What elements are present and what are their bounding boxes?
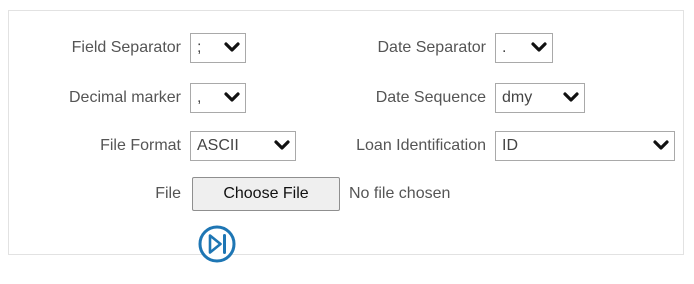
file-format-label: File Format xyxy=(100,137,181,154)
chevron-down-icon xyxy=(224,42,240,52)
chevron-down-icon xyxy=(274,140,290,150)
file-format-select[interactable]: ASCII xyxy=(190,131,296,161)
chevron-down-icon xyxy=(653,140,669,150)
decimal-marker-label: Decimal marker xyxy=(68,89,181,106)
chevron-down-icon xyxy=(531,42,547,52)
choose-file-button[interactable]: Choose File xyxy=(192,177,340,211)
loan-identification-value: ID xyxy=(502,137,518,154)
date-sequence-value: dmy xyxy=(502,89,533,106)
file-status-text: No file chosen xyxy=(349,185,451,202)
date-separator-value: . xyxy=(502,39,507,56)
field-separator-label: Field Separator xyxy=(71,39,181,56)
loan-identification-label: Loan Identification xyxy=(356,137,486,154)
chevron-down-icon xyxy=(224,92,240,102)
loan-identification-select[interactable]: ID xyxy=(495,131,675,161)
file-label: File xyxy=(155,185,181,202)
chevron-down-icon xyxy=(563,92,579,102)
file-format-value: ASCII xyxy=(197,137,239,154)
decimal-marker-value: , xyxy=(197,89,202,106)
date-separator-select[interactable]: . xyxy=(495,33,553,63)
skip-next-icon[interactable] xyxy=(196,223,238,265)
field-separator-select[interactable]: ; xyxy=(190,33,246,63)
date-sequence-label: Date Sequence xyxy=(375,89,486,106)
field-separator-value: ; xyxy=(197,39,202,56)
decimal-marker-select[interactable]: , xyxy=(190,83,246,113)
date-separator-label: Date Separator xyxy=(377,39,486,56)
date-sequence-select[interactable]: dmy xyxy=(495,83,585,113)
panel-divider xyxy=(8,254,684,255)
